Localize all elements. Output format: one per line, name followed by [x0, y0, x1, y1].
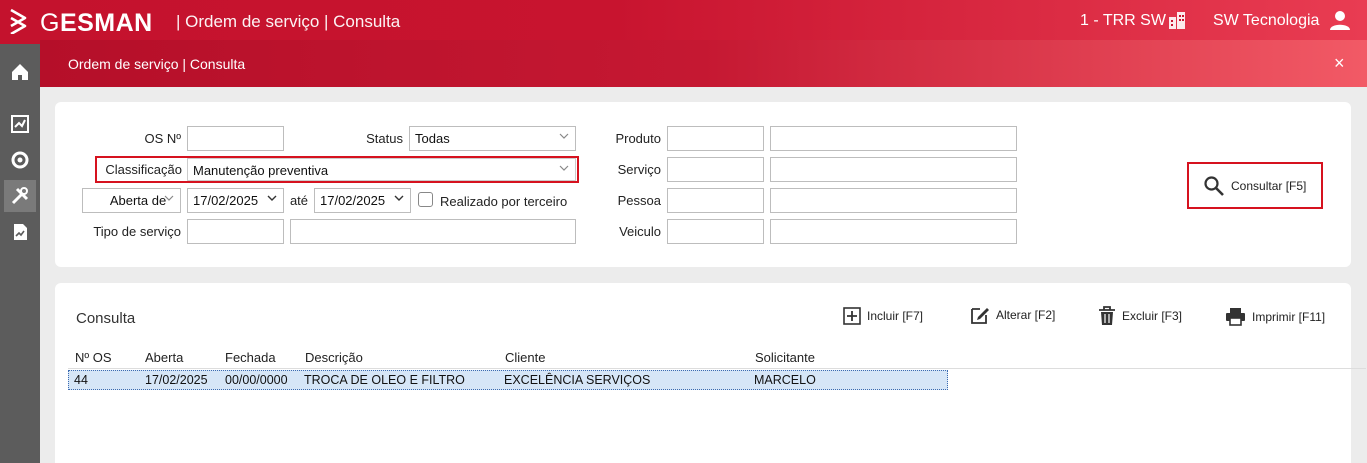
- date-type-select[interactable]: Aberta de: [82, 188, 181, 213]
- classificacao-value: Manutenção preventiva: [193, 163, 329, 178]
- chevron-down-icon: [559, 165, 569, 171]
- column-header-descricao[interactable]: Descrição: [305, 350, 363, 365]
- produto-label: Produto: [615, 131, 661, 146]
- produto-desc-input[interactable]: [770, 126, 1017, 151]
- ate-label: até: [289, 193, 309, 208]
- pessoa-code-input[interactable]: [667, 188, 764, 213]
- excluir-label: Excluir [F3]: [1122, 309, 1183, 323]
- gesman-logo-icon: [10, 8, 27, 34]
- settings-icon: [11, 151, 29, 169]
- pessoa-label: Pessoa: [617, 193, 661, 208]
- status-value: Todas: [415, 131, 450, 146]
- imprimir-label: Imprimir [F11]: [1252, 309, 1326, 324]
- print-icon: [1226, 308, 1245, 326]
- report-icon: [14, 224, 27, 240]
- servico-desc-input[interactable]: [770, 157, 1017, 182]
- sidebar-item-reports[interactable]: [4, 216, 36, 248]
- dashboard-icon: [11, 115, 29, 133]
- sidebar-item-tools[interactable]: [4, 180, 36, 212]
- pessoa-desc-input[interactable]: [770, 188, 1017, 213]
- results-title: Consulta: [76, 310, 136, 327]
- sidebar: [0, 44, 40, 463]
- table-header-divider: [68, 368, 1366, 369]
- produto-code-input[interactable]: [667, 126, 764, 151]
- os-number-label: OS Nº: [144, 131, 181, 146]
- consultar-label: Consultar [F5]: [1231, 178, 1307, 193]
- tipo-servico-code-input[interactable]: [187, 219, 284, 244]
- trash-icon: [1099, 306, 1115, 325]
- date-from-value: 17/02/2025: [193, 193, 259, 208]
- cell-descricao: TROCA DE OLEO E FILTRO: [304, 373, 465, 387]
- imprimir-button[interactable]: Imprimir [F11]: [1225, 307, 1325, 326]
- classificacao-label: Classificação: [105, 162, 182, 177]
- sidebar-item-dashboard[interactable]: [4, 108, 36, 140]
- add-icon: [843, 307, 861, 325]
- tipo-servico-label: Tipo de serviço: [93, 224, 181, 239]
- user-avatar-icon[interactable]: [1328, 8, 1352, 32]
- close-icon[interactable]: ×: [1334, 54, 1345, 72]
- terceiro-checkbox[interactable]: [418, 192, 433, 207]
- cell-solicitante: MARCELO: [754, 373, 816, 387]
- cell-cliente: EXCELÊNCIA SERVIÇOS: [504, 373, 651, 387]
- tools-icon: [11, 187, 29, 205]
- brand-name: GESMAN: [40, 9, 153, 37]
- search-icon: [1204, 175, 1224, 196]
- top-bar: GESMAN | Ordem de serviço | Consulta 1 -…: [0, 0, 1367, 44]
- incluir-button[interactable]: Incluir [F7]: [843, 307, 923, 325]
- veiculo-desc-input[interactable]: [770, 219, 1017, 244]
- alterar-button[interactable]: Alterar [F2]: [970, 305, 1055, 325]
- date-to-picker[interactable]: 17/02/2025: [314, 188, 411, 213]
- user-name[interactable]: SW Tecnologia: [1213, 12, 1319, 30]
- chevron-down-icon: [559, 133, 569, 139]
- servico-code-input[interactable]: [667, 157, 764, 182]
- terceiro-label: Realizado por terceiro: [440, 194, 568, 209]
- home-icon: [12, 64, 28, 80]
- incluir-label: Incluir [F7]: [867, 309, 924, 323]
- app-page-title: | Ordem de serviço | Consulta: [176, 12, 401, 31]
- servico-label: Serviço: [617, 162, 661, 177]
- chevron-down-icon: [267, 195, 277, 201]
- company-selector[interactable]: 1 - TRR SW: [1080, 12, 1166, 30]
- cell-aberta: 17/02/2025: [145, 373, 208, 387]
- veiculo-label: Veiculo: [619, 224, 661, 239]
- status-label: Status: [366, 131, 403, 146]
- cell-os: 44: [74, 373, 88, 387]
- status-select[interactable]: Todas: [409, 126, 576, 151]
- consultar-button[interactable]: Consultar [F5]: [1187, 162, 1323, 209]
- column-header-fechada[interactable]: Fechada: [225, 350, 276, 365]
- date-from-picker[interactable]: 17/02/2025: [187, 188, 284, 213]
- veiculo-code-input[interactable]: [667, 219, 764, 244]
- window-header: Ordem de serviço | Consulta ×: [40, 40, 1367, 87]
- window-title: Ordem de serviço | Consulta: [68, 56, 246, 72]
- column-header-solicitante[interactable]: Solicitante: [755, 350, 815, 365]
- column-header-cliente[interactable]: Cliente: [505, 350, 545, 365]
- excluir-button[interactable]: Excluir [F3]: [1098, 306, 1182, 326]
- sidebar-item-home[interactable]: [4, 56, 36, 88]
- date-to-value: 17/02/2025: [320, 193, 386, 208]
- os-number-input[interactable]: [187, 126, 284, 151]
- alterar-label: Alterar [F2]: [996, 308, 1056, 322]
- edit-icon: [971, 308, 989, 324]
- chevron-down-icon: [164, 195, 174, 201]
- classificacao-select[interactable]: Manutenção preventiva: [187, 158, 576, 181]
- column-header-os[interactable]: Nº OS: [75, 350, 112, 365]
- company-building-icon[interactable]: [1166, 9, 1188, 31]
- chevron-down-icon: [394, 195, 404, 201]
- sidebar-item-settings[interactable]: [4, 144, 36, 176]
- date-type-value: Aberta de: [109, 193, 167, 208]
- tipo-servico-desc-input[interactable]: [290, 219, 576, 244]
- cell-fechada: 00/00/0000: [225, 373, 288, 387]
- column-header-aberta[interactable]: Aberta: [145, 350, 183, 365]
